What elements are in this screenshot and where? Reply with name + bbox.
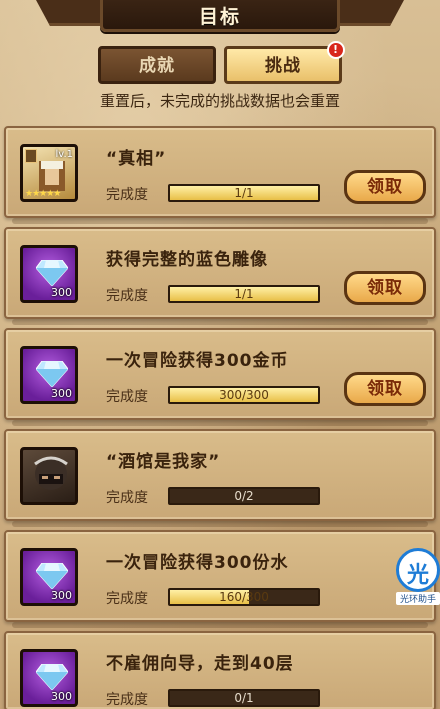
challenge-title: 获得完整的蓝色雕像 — [106, 250, 268, 270]
reward-amount: 300 — [51, 589, 72, 602]
diamond-icon — [36, 361, 68, 387]
progress-value: 0/2 — [234, 489, 254, 503]
reward-amount: 300 — [51, 286, 72, 299]
progress-label: 完成度 — [106, 288, 148, 304]
challenge-title: 一次冒险获得300份水 — [106, 553, 289, 573]
challenge-title: 一次冒险获得300金币 — [106, 351, 289, 371]
reward-amount: 300 — [51, 690, 72, 703]
progress-value: 160/300 — [219, 590, 269, 604]
hero-stars: ★★★★★ — [25, 189, 61, 199]
challenge-card: “酒馆是我家” 完成度 0/2 — [4, 429, 436, 527]
challenge-title: “酒馆是我家” — [106, 452, 221, 472]
page-title: 目标 — [198, 6, 241, 28]
diamond-reward-icon[interactable]: 300 — [20, 548, 78, 606]
hero-face-icon — [39, 161, 65, 191]
progress-label: 完成度 — [106, 692, 148, 708]
diamond-reward-icon[interactable]: 300 — [20, 245, 78, 303]
progress-bar: 1/1 — [168, 285, 320, 303]
progress-value: 1/1 — [234, 186, 254, 200]
challenge-title: 不雇佣向导，走到40层 — [106, 654, 294, 674]
tab-challenges[interactable]: 挑战 ! — [224, 41, 345, 84]
claim-button[interactable]: 领取 — [344, 271, 426, 305]
alert-badge-icon: ! — [327, 41, 345, 59]
diamond-reward-icon[interactable]: 300 — [20, 649, 78, 707]
assistant-label: 光环助手 — [396, 592, 440, 605]
challenge-card: 300 不雇佣向导，走到40层 完成度 0/1 — [4, 631, 436, 709]
reset-notice: 重置后，未完成的挑战数据也会重置 — [99, 92, 340, 110]
progress-label: 完成度 — [106, 490, 148, 506]
assistant-logo-icon: 光 — [396, 548, 440, 592]
hero-portrait-icon[interactable]: lv.1 ★★★★★ — [20, 144, 78, 202]
progress-label: 完成度 — [106, 389, 148, 405]
diamond-icon — [36, 260, 68, 286]
progress-bar: 160/300 — [168, 588, 320, 606]
tab-bar: 成就 挑战 ! — [98, 41, 345, 84]
hero-portrait-icon[interactable] — [20, 447, 78, 505]
challenge-card: lv.1 ★★★★★ “真相” 完成度 1/1 领取 — [4, 126, 436, 224]
assistant-float-button[interactable]: 光 光环助手 — [396, 548, 440, 608]
claim-button[interactable]: 领取 — [344, 170, 426, 204]
progress-label: 完成度 — [106, 591, 148, 607]
claim-button[interactable]: 领取 — [344, 372, 426, 406]
diamond-icon — [36, 563, 68, 589]
progress-bar: 300/300 — [168, 386, 320, 404]
diamond-reward-icon[interactable]: 300 — [20, 346, 78, 404]
header-banner: 目标 — [100, 0, 340, 32]
tab-achievements[interactable]: 成就 — [98, 46, 216, 84]
diamond-icon — [36, 664, 68, 690]
progress-bar: 0/2 — [168, 487, 320, 505]
progress-value: 1/1 — [234, 287, 254, 301]
progress-value: 0/1 — [234, 691, 254, 705]
progress-bar: 1/1 — [168, 184, 320, 202]
hero-face-icon — [34, 456, 68, 490]
challenge-card: 300 获得完整的蓝色雕像 完成度 1/1 领取 — [4, 227, 436, 325]
reward-amount: 300 — [51, 387, 72, 400]
assistant-logo-char: 光 — [406, 563, 429, 588]
challenge-title: “真相” — [106, 149, 167, 169]
tab-challenges-label: 挑战 — [265, 56, 301, 76]
challenge-card: 300 一次冒险获得300份水 完成度 160/300 — [4, 530, 436, 628]
challenge-card: 300 一次冒险获得300金币 完成度 300/300 领取 — [4, 328, 436, 426]
progress-value: 300/300 — [219, 388, 269, 402]
progress-label: 完成度 — [106, 187, 148, 203]
progress-bar: 0/1 — [168, 689, 320, 707]
